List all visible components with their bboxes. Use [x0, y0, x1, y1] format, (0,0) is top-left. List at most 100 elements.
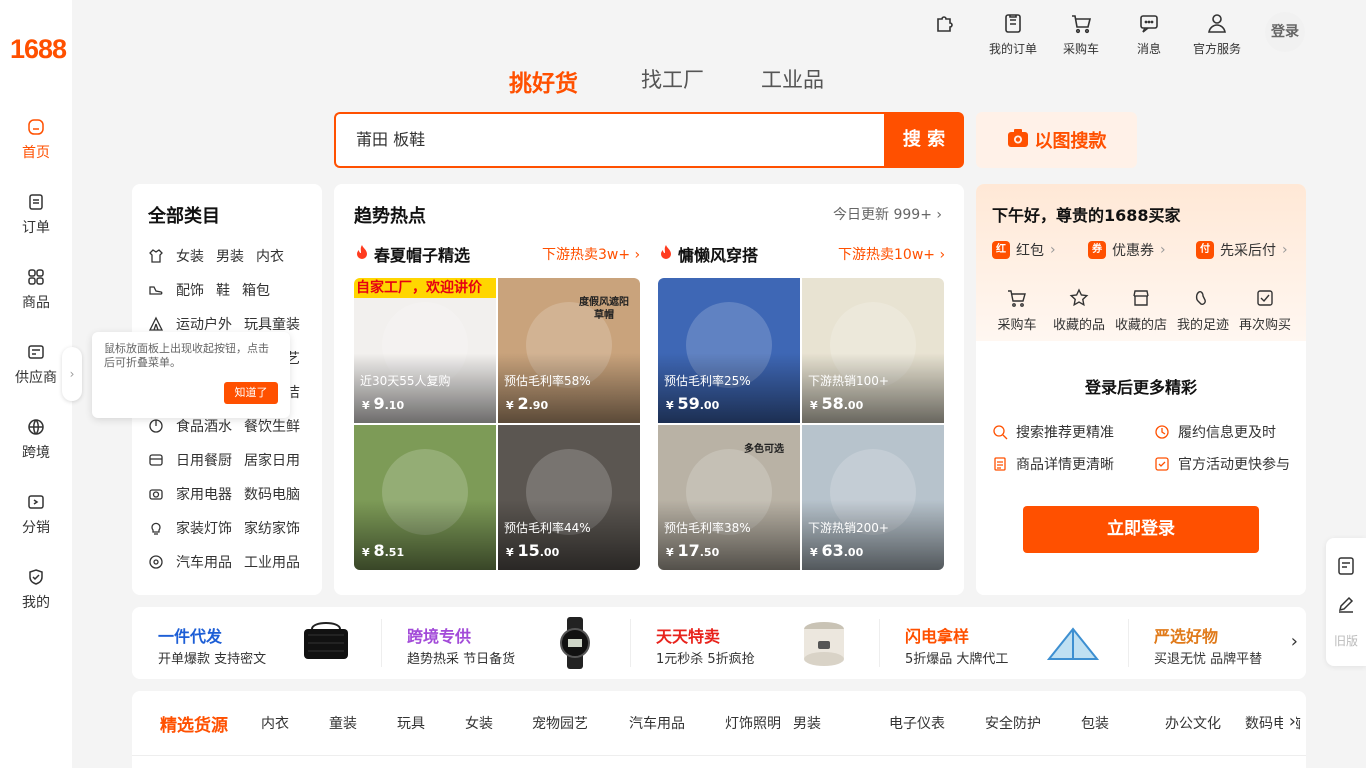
sidebar-item-distribution[interactable]: 分销	[0, 493, 72, 537]
trending-update-link[interactable]: 今日更新 999+ ›	[833, 204, 942, 224]
promo-card[interactable]: 天天特卖 1元秒杀 5折疯抢	[630, 607, 879, 679]
quick-action[interactable]: 收藏的店	[1109, 288, 1173, 333]
official-service-button[interactable]: 官方服务	[1190, 12, 1244, 57]
category-tab[interactable]: 男装	[793, 713, 821, 733]
category-link[interactable]: 配饰	[176, 280, 204, 300]
category-link[interactable]: 日用餐厨	[176, 450, 232, 470]
category-link[interactable]: 家纺家饰	[244, 518, 300, 538]
sidebar-item-mine[interactable]: 我的	[0, 568, 72, 612]
edit-button[interactable]	[1336, 594, 1356, 614]
product-card[interactable]: 度假风遮阳草帽 预估毛利率58% ¥ 2.90	[498, 278, 640, 423]
category-tab[interactable]: 办公文化	[1165, 713, 1221, 733]
puzzle-icon	[934, 12, 956, 34]
category-tab[interactable]: 女装	[465, 713, 493, 733]
category-tab[interactable]: 宠物园艺	[532, 713, 588, 733]
feedback-button[interactable]	[1336, 556, 1356, 576]
category-link[interactable]: 运动户外	[176, 314, 232, 334]
category-link[interactable]: 鞋	[216, 280, 230, 300]
sidebar-item-products[interactable]: 商品	[0, 268, 72, 312]
perk-link[interactable]: 付先采后付 ›	[1196, 240, 1288, 260]
product-card[interactable]: ¥ 8.51	[354, 425, 496, 570]
category-tabs-next-button[interactable]: ›	[1282, 711, 1296, 732]
benefit-label: 商品详情更清晰	[1016, 457, 1114, 473]
category-link[interactable]: 家用电器	[176, 484, 232, 504]
category-link[interactable]: 食品酒水	[176, 416, 232, 436]
divider	[630, 619, 631, 667]
category-link[interactable]: 工业用品	[244, 552, 300, 572]
logo[interactable]: 1688	[10, 34, 67, 65]
footprint-icon	[1193, 288, 1213, 308]
promo-card[interactable]: 闪电拿样 5折爆品 大牌代工	[879, 607, 1128, 679]
perk-link[interactable]: 红红包 ›	[992, 240, 1056, 260]
old-version-link[interactable]: 旧版	[1326, 632, 1366, 649]
sidebar-expand-handle[interactable]: ›	[62, 347, 82, 401]
promo-next-button[interactable]: ›	[1291, 631, 1298, 652]
category-tab[interactable]: 玩具	[397, 713, 425, 733]
quick-action[interactable]: 我的足迹	[1171, 288, 1235, 333]
trend-group-title[interactable]: 春夏帽子精选	[354, 242, 470, 266]
login-button[interactable]: 登录	[1265, 12, 1305, 52]
tab-industrial[interactable]: 工业品	[761, 64, 824, 94]
category-tab[interactable]: 包装	[1081, 713, 1109, 733]
category-link[interactable]: 箱包	[242, 280, 270, 300]
login-benefit: 搜索推荐更精准	[992, 422, 1114, 442]
float-toolbar: 旧版	[1326, 538, 1366, 666]
category-link[interactable]: 居家日用	[244, 450, 300, 470]
category-link[interactable]: 汽车用品	[176, 552, 232, 572]
category-link[interactable]: 家装灯饰	[176, 518, 232, 538]
category-tab[interactable]: 汽车用品	[629, 713, 685, 733]
product-card[interactable]: 自家工厂，欢迎讲价 近30天55人复购 ¥ 9.10	[354, 278, 496, 423]
flame-icon	[354, 244, 370, 264]
tooltip-ok-button[interactable]: 知道了	[224, 382, 278, 404]
category-link[interactable]: 玩具童装	[244, 314, 300, 334]
perk-badge-icon: 券	[1088, 241, 1106, 259]
category-tab[interactable]: 内衣	[261, 713, 289, 733]
trend-group-hot-link[interactable]: 下游热卖10w+ ›	[838, 244, 945, 264]
promo-card[interactable]: 一件代发 开单爆款 支持密文	[132, 607, 381, 679]
doc-icon	[992, 456, 1008, 472]
my-orders-button[interactable]: 我的订单	[987, 12, 1039, 57]
tab-find-factory[interactable]: 找工厂	[641, 64, 704, 94]
promo-title: 跨境专供	[407, 627, 472, 646]
product-card[interactable]: 多色可选 预估毛利率38% ¥ 17.50	[658, 425, 800, 570]
food-icon	[148, 418, 164, 434]
search-input[interactable]: 莆田 板鞋	[334, 112, 886, 168]
category-link[interactable]: 内衣	[256, 246, 284, 266]
sidebar-item-home[interactable]: 首页	[0, 118, 72, 162]
promo-card[interactable]: 跨境专供 趋势热采 节日备货	[381, 607, 630, 679]
product-card[interactable]: 下游热销200+ ¥ 63.00	[802, 425, 944, 570]
category-link[interactable]: 餐饮生鲜	[244, 416, 300, 436]
rebuy-icon	[1255, 288, 1275, 308]
quick-action[interactable]: 收藏的品	[1047, 288, 1111, 333]
quick-action[interactable]: 再次购买	[1233, 288, 1297, 333]
purchase-cart-button[interactable]: 采购车	[1060, 12, 1102, 57]
tab-pick-goods[interactable]: 挑好货	[509, 64, 578, 98]
sidebar-item-crossborder[interactable]: 跨境	[0, 418, 72, 462]
category-tab[interactable]: 精选货源	[160, 711, 228, 736]
category-tab[interactable]: 电子仪表	[889, 713, 945, 733]
category-tab[interactable]: 童装	[329, 713, 357, 733]
sidebar-item-label: 跨境	[22, 445, 50, 461]
search-button[interactable]: 搜 索	[884, 112, 964, 168]
tooltip-text: 鼠标放面板上出现收起按钮，点击后可折叠菜单。	[104, 342, 269, 369]
product-card[interactable]: 下游热销100+ ¥ 58.00	[802, 278, 944, 423]
category-tab[interactable]: 安全防护	[985, 713, 1041, 733]
promo-thumbnail	[1045, 615, 1101, 671]
messages-button[interactable]: 消息	[1133, 12, 1165, 57]
product-card[interactable]: 预估毛利率44% ¥ 15.00	[498, 425, 640, 570]
product-card[interactable]: 预估毛利率25% ¥ 59.00	[658, 278, 800, 423]
promo-thumbnail	[298, 615, 354, 671]
image-search-button[interactable]: 以图搜款	[976, 112, 1137, 168]
category-link[interactable]: 女装	[176, 246, 204, 266]
category-tab[interactable]: 灯饰照明	[725, 713, 781, 733]
trend-group-title[interactable]: 慵懒风穿搭	[658, 242, 758, 266]
quick-action[interactable]: 采购车	[985, 288, 1049, 333]
trend-group-hot-link[interactable]: 下游热卖3w+ ›	[542, 244, 640, 264]
sidebar-item-orders[interactable]: 订单	[0, 193, 72, 237]
plugin-button[interactable]	[933, 12, 957, 40]
category-link[interactable]: 数码电脑	[244, 484, 300, 504]
promo-thumbnail	[796, 615, 852, 671]
perk-link[interactable]: 券优惠券 ›	[1088, 240, 1166, 260]
login-now-button[interactable]: 立即登录	[1023, 506, 1259, 553]
category-link[interactable]: 男装	[216, 246, 244, 266]
